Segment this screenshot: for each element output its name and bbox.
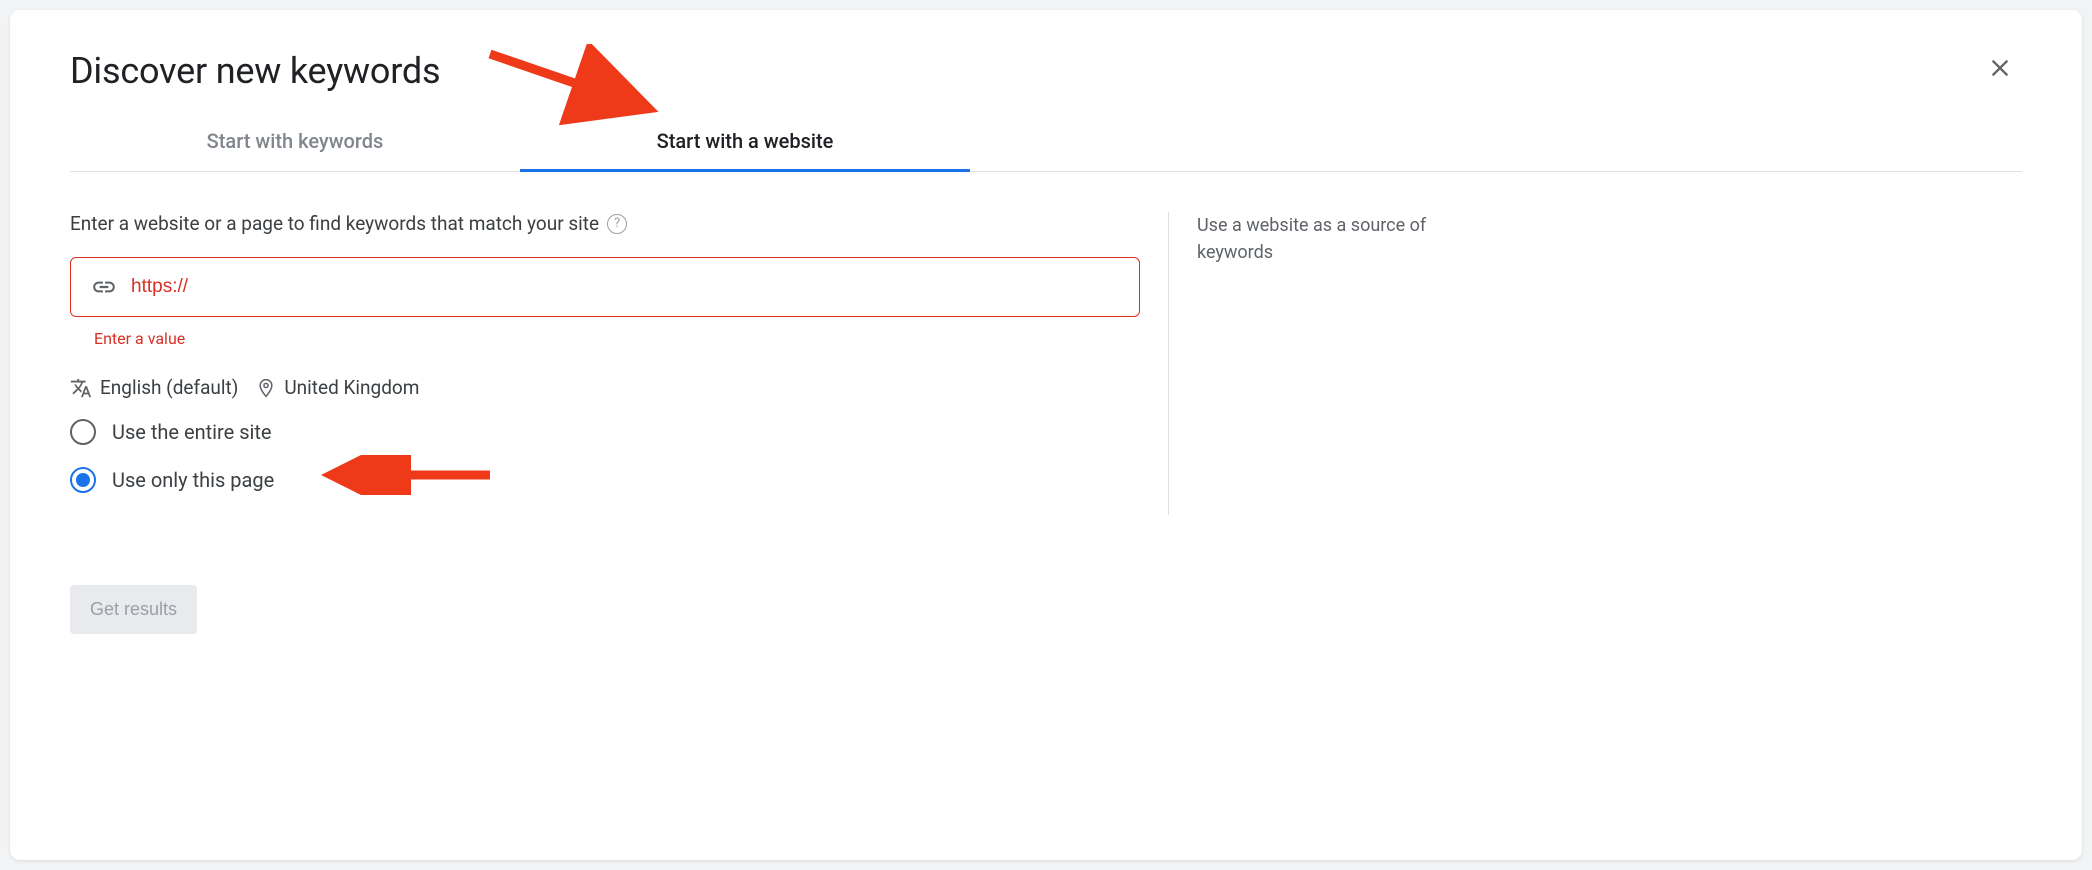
radio-unchecked-icon [70,419,96,445]
close-button[interactable] [1978,46,2022,93]
location-label: United Kingdom [284,376,419,399]
scope-radio-group: Use the entire site Use only this page [70,419,1140,493]
radio-only-page-label: Use only this page [112,468,274,492]
dialog-body: Enter a website or a page to find keywor… [10,172,2082,515]
hint-sidebar: Use a website as a source of keywords [1168,212,1498,515]
translate-icon [70,377,92,399]
radio-checked-icon [70,467,96,493]
location-selector[interactable]: United Kingdom [256,376,419,399]
locale-row: English (default) United Kingdom [70,376,1140,399]
radio-entire-site-label: Use the entire site [112,420,272,444]
mode-tabs: Start with keywords Start with a website [70,113,2022,172]
keyword-planner-dialog: Discover new keywords Start with keyword… [10,10,2082,860]
tab-start-keywords[interactable]: Start with keywords [70,113,520,171]
language-selector[interactable]: English (default) [70,376,238,399]
tab-start-website[interactable]: Start with a website [520,113,970,171]
url-error-text: Enter a value [94,329,1140,348]
link-icon [91,274,117,300]
help-icon[interactable]: ? [607,214,627,234]
url-field-label: Enter a website or a page to find keywor… [70,212,599,235]
dialog-header: Discover new keywords [10,10,2082,93]
language-label: English (default) [100,376,238,399]
form-area: Enter a website or a page to find keywor… [70,212,1140,515]
field-label-row: Enter a website or a page to find keywor… [70,212,1140,235]
dialog-footer: Get results [10,515,2082,664]
location-icon [256,378,276,398]
url-input[interactable] [131,276,1119,298]
close-icon [1986,54,2014,82]
hint-text: Use a website as a source of keywords [1197,212,1498,266]
radio-entire-site[interactable]: Use the entire site [70,419,1140,445]
dialog-title: Discover new keywords [70,50,440,92]
radio-only-page[interactable]: Use only this page [70,467,1140,493]
get-results-button[interactable]: Get results [70,585,197,634]
url-input-container[interactable] [70,257,1140,317]
